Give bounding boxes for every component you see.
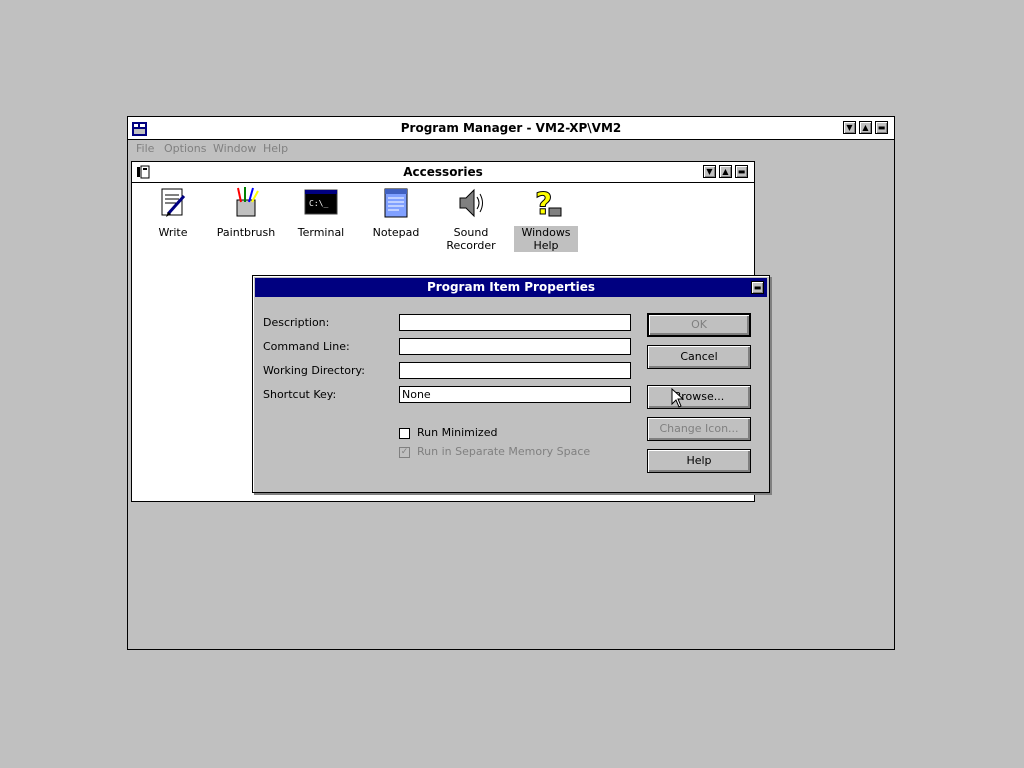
paintbrush-app[interactable]: Paintbrush	[214, 186, 278, 239]
program-item-properties-dialog: Program Item Properties ▬ Description: C…	[252, 275, 770, 493]
program-manager-titlebar[interactable]: Program Manager - VM2-XP\VM2 ▼ ▲ ▬	[128, 117, 894, 140]
sound-recorder-label-line1: Sound	[453, 226, 489, 239]
windows-help-app[interactable]: ? Windows Help	[514, 186, 578, 252]
write-icon	[156, 186, 190, 220]
notepad-label: Notepad	[372, 226, 420, 239]
menu-options[interactable]: Options	[164, 140, 206, 158]
help-button[interactable]: Help	[647, 449, 751, 473]
windows-help-label: Windows Help	[514, 226, 578, 252]
notepad-app[interactable]: Notepad	[364, 186, 428, 239]
sound-recorder-label: Sound Recorder	[439, 226, 503, 252]
description-label: Description:	[263, 316, 330, 329]
accessories-titlebar[interactable]: Accessories ▼ ▲ ▬	[132, 162, 754, 183]
scroll-down-icon[interactable]: ▼	[843, 121, 856, 134]
working-directory-label: Working Directory:	[263, 364, 365, 377]
command-line-label: Command Line:	[263, 340, 350, 353]
windows-help-label-line1: Windows	[521, 226, 571, 239]
control-menu-icon[interactable]	[132, 121, 147, 136]
shortcut-key-label: Shortcut Key:	[263, 388, 337, 401]
run-minimized-checkbox[interactable]	[399, 428, 410, 439]
browse-button[interactable]: Browse...	[647, 385, 751, 409]
command-line-field[interactable]	[399, 338, 631, 355]
terminal-app[interactable]: C:\_ Terminal	[289, 186, 353, 239]
sound-recorder-icon	[454, 186, 488, 220]
description-field[interactable]	[399, 314, 631, 331]
menu-window[interactable]: Window	[213, 140, 256, 158]
dialog-titlebar[interactable]: Program Item Properties ▬	[255, 278, 767, 297]
terminal-icon: C:\_	[304, 186, 338, 220]
maximize-icon[interactable]: ▲	[859, 121, 872, 134]
write-app[interactable]: Write	[141, 186, 205, 239]
write-label: Write	[158, 226, 188, 239]
sound-recorder-label-line2: Recorder	[446, 239, 496, 252]
windows-help-icon: ?	[529, 186, 563, 223]
svg-text:C:\_: C:\_	[309, 199, 328, 208]
run-minimized-label[interactable]: Run Minimized	[417, 426, 497, 439]
dialog-control-menu-icon[interactable]: ▬	[751, 281, 764, 294]
group-control-menu-icon[interactable]	[136, 165, 151, 179]
change-icon-button[interactable]: Change Icon...	[647, 417, 751, 441]
windows-help-label-line2: Help	[533, 239, 559, 252]
shortcut-key-field[interactable]	[399, 386, 631, 403]
cancel-button[interactable]: Cancel	[647, 345, 751, 369]
maximize-icon[interactable]: ▲	[719, 165, 732, 178]
paintbrush-label: Paintbrush	[216, 226, 276, 239]
run-separate-memory-checkbox: ✓	[399, 447, 410, 458]
menu-help[interactable]: Help	[263, 140, 288, 158]
mouse-pointer-icon	[671, 388, 685, 408]
program-manager-title: Program Manager - VM2-XP\VM2	[400, 121, 622, 135]
restore-icon[interactable]: ▬	[875, 121, 888, 134]
menu-file[interactable]: File	[136, 140, 154, 158]
sound-recorder-app[interactable]: Sound Recorder	[439, 186, 503, 252]
paintbrush-icon	[229, 186, 263, 220]
notepad-icon	[379, 186, 413, 220]
dialog-title: Program Item Properties	[427, 280, 595, 294]
ok-button[interactable]: OK	[647, 313, 751, 337]
working-directory-field[interactable]	[399, 362, 631, 379]
terminal-label: Terminal	[297, 226, 345, 239]
menu-bar: File Options Window Help	[128, 140, 894, 158]
minimize-icon[interactable]: ▼	[703, 165, 716, 178]
restore-icon[interactable]: ▬	[735, 165, 748, 178]
run-separate-memory-label: Run in Separate Memory Space	[417, 445, 591, 458]
accessories-title: Accessories	[403, 165, 483, 179]
